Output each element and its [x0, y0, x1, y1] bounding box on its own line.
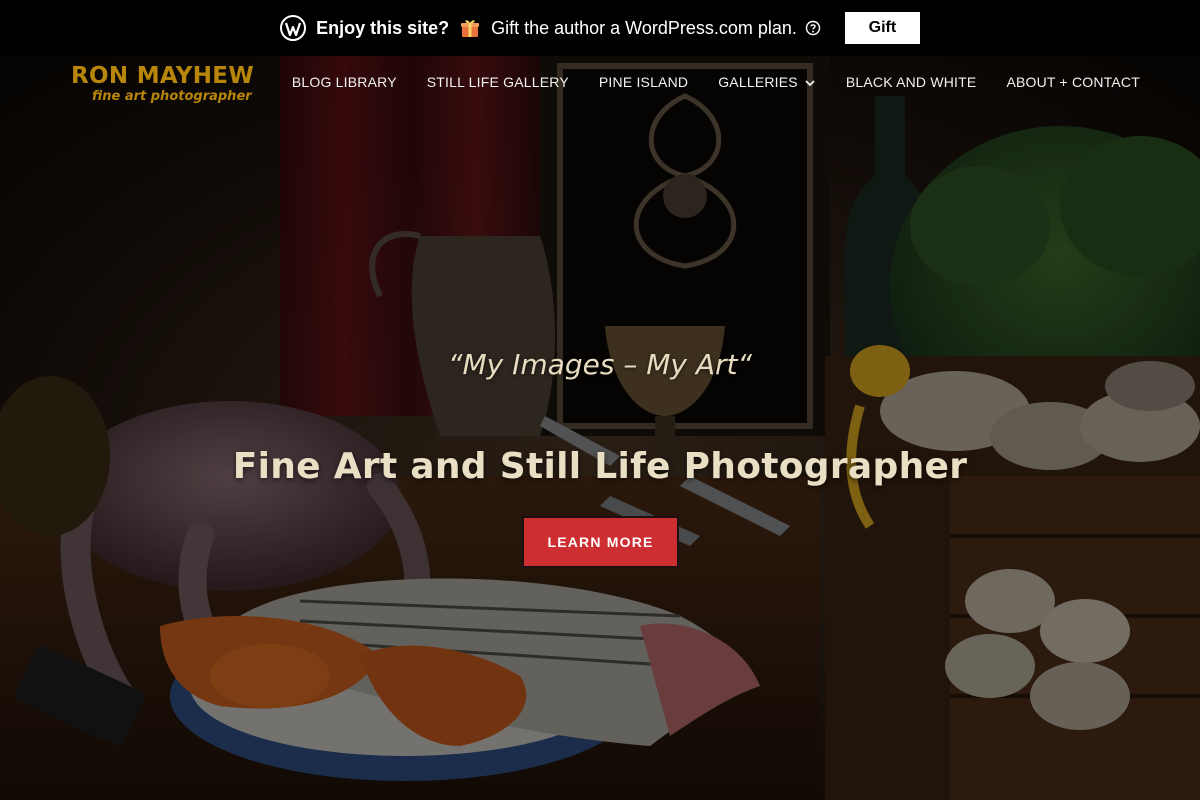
- main-navigation: BLOG LIBRARY STILL LIFE GALLERY PINE ISL…: [292, 74, 1140, 90]
- nav-label: STILL LIFE GALLERY: [426, 74, 569, 90]
- gift-button[interactable]: Gift: [844, 12, 920, 44]
- site-title[interactable]: RON MAYHEW: [71, 63, 254, 89]
- chevron-down-icon[interactable]: [804, 76, 816, 88]
- nav-item-galleries[interactable]: GALLERIES: [718, 74, 816, 90]
- nav-item-about-contact[interactable]: ABOUT + CONTACT: [1006, 74, 1140, 90]
- site-tagline: fine art photographer: [92, 89, 252, 104]
- help-icon[interactable]: [805, 20, 821, 36]
- hero-overlay: [0, 56, 1200, 800]
- nav-label: PINE ISLAND: [598, 74, 689, 90]
- nav-item-still-life-gallery[interactable]: STILL LIFE GALLERY: [427, 74, 569, 90]
- hero-tagline: “My Images – My Art“: [448, 348, 752, 381]
- hero-headline: Fine Art and Still Life Photographer: [232, 446, 968, 487]
- nav-item-black-and-white[interactable]: BLACK AND WHITE: [846, 74, 977, 90]
- nav-label: BLOG LIBRARY: [291, 74, 397, 90]
- wpcom-promo-bar: Enjoy this site? Gift the author a WordP…: [0, 0, 1200, 56]
- wordpress-logo-icon: [280, 15, 307, 41]
- hero-section: [0, 56, 1200, 800]
- gift-icon: [459, 17, 481, 39]
- learn-more-button[interactable]: LEARN MORE: [522, 516, 679, 568]
- nav-label: BLACK AND WHITE: [845, 74, 977, 90]
- nav-label: GALLERIES: [718, 74, 798, 90]
- nav-item-pine-island[interactable]: PINE ISLAND: [599, 74, 688, 90]
- promo-heading: Enjoy this site?: [316, 17, 450, 38]
- promo-message: Gift the author a WordPress.com plan.: [491, 17, 797, 38]
- nav-item-blog-library[interactable]: BLOG LIBRARY: [292, 74, 397, 90]
- nav-label: ABOUT + CONTACT: [1006, 74, 1140, 90]
- site-logo[interactable]: RON MAYHEW fine art photographer: [71, 63, 254, 105]
